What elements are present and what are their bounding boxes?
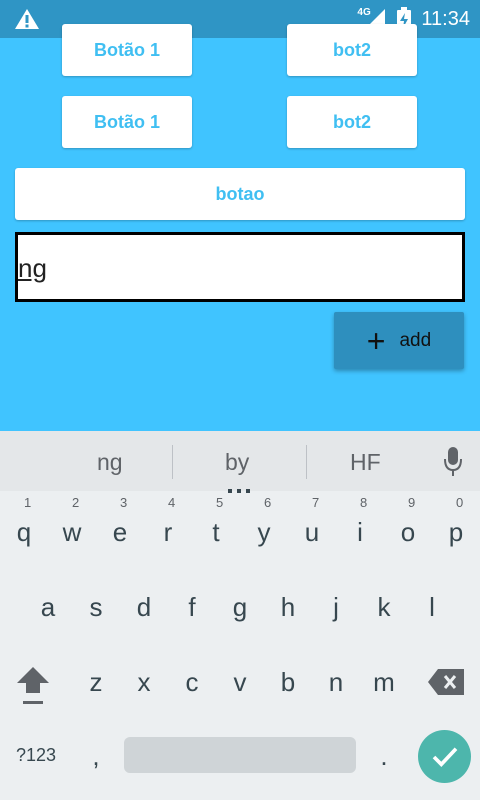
button-botao-wide[interactable]: botao [15, 168, 465, 220]
key-p[interactable]: 0p [432, 495, 480, 548]
suggestion-3[interactable]: HF [350, 449, 381, 476]
suggestion-divider [306, 445, 307, 479]
key-space[interactable] [124, 737, 356, 773]
key-i[interactable]: 8i [336, 495, 384, 548]
key-h[interactable]: h [264, 592, 312, 623]
key-y[interactable]: 6y [240, 495, 288, 548]
key-r[interactable]: 4r [144, 495, 192, 548]
key-f[interactable]: f [168, 592, 216, 623]
clock: 11:34 [421, 7, 470, 30]
key-o[interactable]: 9o [384, 495, 432, 548]
button-botao-1[interactable]: Botão 1 [62, 96, 192, 148]
key-period[interactable]: . [364, 741, 404, 772]
key-l[interactable]: l [408, 592, 456, 623]
button-botao-1-top[interactable]: Botão 1 [62, 24, 192, 76]
key-j[interactable]: j [312, 592, 360, 623]
key-e[interactable]: 3e [96, 495, 144, 548]
key-t[interactable]: 5t [192, 495, 240, 548]
key-n[interactable]: n [312, 667, 360, 698]
key-w[interactable]: 2w [48, 495, 96, 548]
warning-icon [15, 9, 39, 29]
key-c[interactable]: c [168, 667, 216, 698]
key-d[interactable]: d [120, 592, 168, 623]
key-x[interactable]: x [120, 667, 168, 698]
key-z[interactable]: z [72, 667, 120, 698]
add-button[interactable]: + add [334, 312, 464, 369]
key-a[interactable]: a [24, 592, 72, 623]
key-s[interactable]: s [72, 592, 120, 623]
key-q[interactable]: 1q [0, 495, 48, 548]
key-v[interactable]: v [216, 667, 264, 698]
key-k[interactable]: k [360, 592, 408, 623]
key-m[interactable]: m [360, 667, 408, 698]
button-bot2-top[interactable]: bot2 [287, 24, 417, 76]
suggestion-1[interactable]: ng [97, 449, 123, 476]
key-b[interactable]: b [264, 667, 312, 698]
plus-icon: + [366, 322, 386, 359]
shift-icon[interactable] [15, 665, 51, 705]
suggestion-strip: ng by HF [0, 431, 480, 493]
suggestion-divider [172, 445, 173, 479]
enter-button[interactable] [418, 730, 471, 783]
soft-keyboard: ng by HF 1q 2w 3e 4r 5t 6y 7u 8i 9o 0p a… [0, 431, 480, 800]
add-button-label: add [399, 329, 432, 351]
more-suggestions-icon[interactable] [227, 481, 251, 493]
key-g[interactable]: g [216, 592, 264, 623]
microphone-icon[interactable] [443, 447, 463, 477]
text-input[interactable]: ng [15, 232, 465, 302]
suggestion-2[interactable]: by [225, 449, 249, 476]
backspace-icon[interactable] [428, 669, 464, 695]
text-input-value: ng [18, 253, 47, 283]
key-comma[interactable]: , [76, 741, 116, 772]
app-content: Botão 1 bot2 Botão 1 bot2 botao ng + add [0, 24, 480, 431]
key-symbols[interactable]: ?123 [6, 745, 66, 766]
checkmark-icon [432, 746, 457, 767]
button-bot2[interactable]: bot2 [287, 96, 417, 148]
key-u[interactable]: 7u [288, 495, 336, 548]
